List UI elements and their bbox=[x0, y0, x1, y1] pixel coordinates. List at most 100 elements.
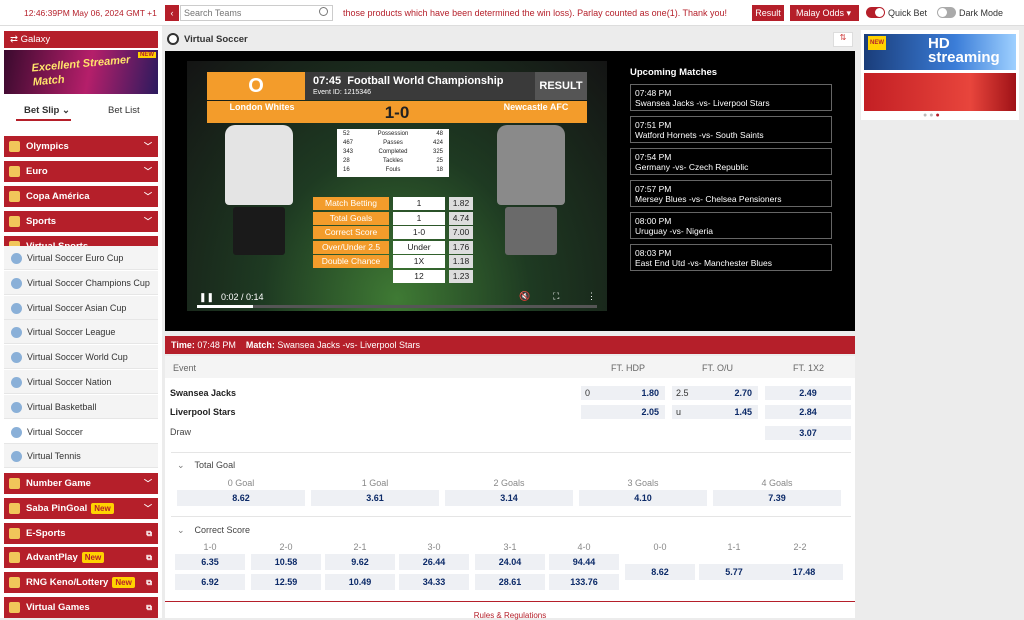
odds-header: Event FT. HDP FT. O/U FT. 1X2 bbox=[165, 356, 855, 378]
correct-score-draw-odds[interactable]: 17.48 bbox=[765, 564, 843, 580]
sidebar-subitem[interactable]: Virtual Soccer Champions Cup bbox=[4, 270, 158, 295]
sidebar-subitem[interactable]: Virtual Tennis bbox=[4, 444, 158, 469]
sidebar-item-olympics[interactable]: Olympics ﹀ bbox=[4, 136, 158, 157]
draw-label: Draw bbox=[170, 427, 192, 437]
dark-mode-label: Dark Mode bbox=[959, 8, 1004, 18]
sidebar-subitem[interactable]: Virtual Basketball bbox=[4, 394, 158, 419]
mute-icon[interactable]: 🔇 bbox=[519, 291, 530, 302]
correct-score-label: 2-2 bbox=[793, 542, 807, 552]
x12-home-odds[interactable]: 2.49 bbox=[765, 386, 851, 400]
quick-bet-toggle[interactable] bbox=[866, 7, 885, 18]
hdp-away-odds[interactable]: 2.05 bbox=[581, 405, 665, 419]
pause-icon[interactable]: ❚❚ bbox=[199, 292, 214, 303]
col-ft-hdp: FT. HDP bbox=[611, 363, 646, 373]
fullscreen-icon[interactable]: ⛶ bbox=[553, 291, 559, 302]
correct-score-odds[interactable]: 34.33 bbox=[399, 574, 469, 590]
correct-score-odds[interactable]: 133.76 bbox=[549, 574, 619, 590]
correct-score-odds[interactable]: 26.44 bbox=[399, 554, 469, 570]
correct-score-odds[interactable]: 28.61 bbox=[475, 574, 545, 590]
carousel-dots[interactable]: ●●● bbox=[923, 112, 942, 119]
correct-score-draw-odds[interactable]: 5.77 bbox=[699, 564, 769, 580]
total-goal-odds[interactable]: 3.61 bbox=[311, 490, 439, 506]
sport-icon bbox=[11, 426, 22, 438]
sidebar-item-rng-keno-lottery[interactable]: RNG Keno/Lottery New ⧉ bbox=[4, 572, 158, 594]
search-icon[interactable] bbox=[319, 7, 328, 16]
correct-score-odds[interactable]: 94.44 bbox=[549, 554, 619, 570]
sidebar-subitem[interactable]: Virtual Soccer bbox=[4, 419, 158, 444]
chevron-down-icon: ﹀ bbox=[144, 503, 152, 513]
bet-selection: Under bbox=[393, 240, 445, 254]
sort-icon[interactable]: ⇅ bbox=[833, 32, 853, 47]
upcoming-match[interactable]: 07:54 PM Germany -vs- Czech Republic bbox=[630, 148, 832, 175]
correct-score-label: 2-1 bbox=[353, 542, 367, 552]
total-goal-section-toggle[interactable]: ⌄ Total Goal bbox=[177, 460, 235, 471]
stat-row: 52 Possession 48 bbox=[337, 131, 449, 139]
sidebar-item-sports[interactable]: Sports ﹀ bbox=[4, 211, 158, 232]
bet-price: 4.74 bbox=[449, 211, 473, 225]
soccer-promo-image[interactable] bbox=[864, 73, 1016, 111]
x12-away-odds[interactable]: 2.84 bbox=[765, 405, 851, 419]
upcoming-match[interactable]: 07:51 PM Watford Hornets -vs- South Saint… bbox=[630, 116, 832, 143]
correct-score-odds[interactable]: 10.49 bbox=[325, 574, 395, 590]
tab-bet-slip[interactable]: Bet Slip ⌄ bbox=[24, 105, 70, 116]
sidebar-item-virtual-games[interactable]: Virtual Games ⧉ bbox=[4, 597, 158, 618]
upcoming-teams: Swansea Jacks -vs- Liverpool Stars bbox=[635, 98, 770, 108]
trophy-icon bbox=[9, 166, 20, 177]
back-button[interactable]: ‹ bbox=[165, 5, 179, 21]
ou-under-odds[interactable]: u 1.45 bbox=[672, 405, 758, 419]
hd-streaming-promo[interactable]: HD streaming NEW bbox=[864, 34, 1016, 70]
correct-score-odds[interactable]: 6.92 bbox=[175, 574, 245, 590]
sidebar-item-saba-pingoal[interactable]: Saba PinGoal New ﹀ bbox=[4, 497, 158, 519]
announcement-ticker: those products which have been determine… bbox=[343, 8, 728, 18]
hdp-home-odds[interactable]: 0 1.80 bbox=[581, 386, 665, 400]
galaxy-button[interactable]: ⇄ Galaxy bbox=[4, 31, 158, 48]
correct-score-odds[interactable]: 12.59 bbox=[251, 574, 321, 590]
game-icon bbox=[9, 602, 20, 613]
result-button[interactable]: Result bbox=[752, 5, 784, 21]
upcoming-match[interactable]: 07:57 PM Mersey Blues -vs- Chelsea Pensio… bbox=[630, 180, 832, 207]
upcoming-time: 08:03 PM bbox=[635, 248, 672, 258]
search-input[interactable] bbox=[180, 5, 333, 21]
correct-score-odds[interactable]: 24.04 bbox=[475, 554, 545, 570]
video-frame[interactable]: O 07:45 Football World Championship Even… bbox=[187, 61, 607, 311]
correct-score-odds[interactable]: 6.35 bbox=[175, 554, 245, 570]
correct-score-section-toggle[interactable]: ⌄ Correct Score bbox=[177, 525, 250, 536]
sidebar-subitem[interactable]: Virtual Soccer League bbox=[4, 320, 158, 345]
correct-score-label: 3-1 bbox=[503, 542, 517, 552]
sidebar-item-copa-am-rica[interactable]: Copa América ﹀ bbox=[4, 186, 158, 207]
total-goal-odds[interactable]: 3.14 bbox=[445, 490, 573, 506]
more-options-icon[interactable]: ⋮ bbox=[587, 291, 596, 302]
sidebar-subitem[interactable]: Virtual Soccer Asian Cup bbox=[4, 295, 158, 320]
streamer-match-banner[interactable]: Excellent Streamer Match NEW bbox=[4, 50, 158, 94]
upcoming-match[interactable]: 08:00 PM Uruguay -vs- Nigeria bbox=[630, 212, 832, 239]
total-goal-odds[interactable]: 4.10 bbox=[579, 490, 707, 506]
sidebar-item-label: AdvantPlay bbox=[26, 552, 78, 564]
sidebar-item-euro[interactable]: Euro ﹀ bbox=[4, 161, 158, 182]
upcoming-teams: Mersey Blues -vs- Chelsea Pensioners bbox=[635, 194, 782, 204]
sidebar-subitem[interactable]: Virtual Soccer World Cup bbox=[4, 345, 158, 370]
upcoming-match[interactable]: 08:03 PM East End Utd -vs- Manchester Blu… bbox=[630, 244, 832, 271]
total-goal-odds[interactable]: 8.62 bbox=[177, 490, 305, 506]
upcoming-match[interactable]: 07:48 PM Swansea Jacks -vs- Liverpool Sta… bbox=[630, 84, 832, 111]
ou-over-odds[interactable]: 2.5 2.70 bbox=[672, 386, 758, 400]
correct-score-odds[interactable]: 10.58 bbox=[251, 554, 321, 570]
video-progress-bar[interactable] bbox=[197, 305, 597, 308]
sidebar-item-number-game[interactable]: Number Game ﹀ bbox=[4, 473, 158, 494]
x12-draw-odds[interactable]: 3.07 bbox=[765, 426, 851, 440]
sidebar-item-advantplay[interactable]: AdvantPlay New ⧉ bbox=[4, 547, 158, 569]
dark-mode-toggle[interactable] bbox=[937, 7, 956, 18]
hd-streaming-banner[interactable]: HD streaming NEW ●●● bbox=[861, 30, 1019, 120]
sidebar-subitem[interactable]: Virtual Soccer Nation bbox=[4, 370, 158, 394]
sidebar-subitem[interactable]: Virtual Soccer Euro Cup bbox=[4, 246, 158, 270]
rules-link[interactable]: Rules & Regulations bbox=[165, 601, 855, 620]
bet-selection: 12 bbox=[393, 269, 445, 283]
total-goal-odds[interactable]: 7.39 bbox=[713, 490, 841, 506]
odds-format-select[interactable]: Malay Odds ▾ bbox=[790, 5, 859, 21]
new-badge: New bbox=[91, 502, 114, 514]
correct-score-draw-odds[interactable]: 8.62 bbox=[625, 564, 695, 580]
sidebar-item-label: Number Game bbox=[26, 478, 91, 489]
tab-bet-list[interactable]: Bet List bbox=[108, 105, 140, 116]
correct-score-odds[interactable]: 9.62 bbox=[325, 554, 395, 570]
sidebar-item-label: Saba PinGoal bbox=[26, 502, 88, 514]
sidebar-item-e-sports[interactable]: E-Sports ⧉ bbox=[4, 522, 158, 544]
